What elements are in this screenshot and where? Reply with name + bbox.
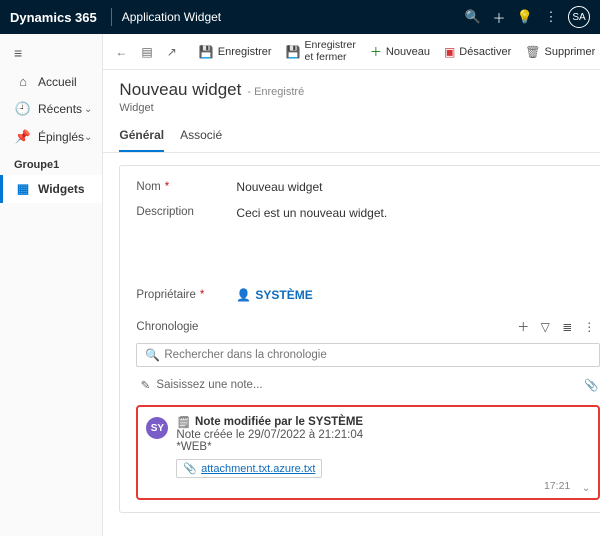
plus-icon: ＋ bbox=[370, 43, 382, 60]
required-marker: * bbox=[200, 289, 204, 301]
required-marker: * bbox=[165, 181, 169, 193]
note-title: Note modifiée par le SYSTÈME bbox=[195, 416, 363, 428]
form-area: Nom * Nouveau widget Description Ceci est… bbox=[103, 153, 600, 521]
delete-label: Supprimer bbox=[545, 46, 596, 58]
more-icon[interactable]: ⋮ bbox=[538, 9, 564, 25]
pencil-icon: ✎ bbox=[136, 378, 154, 392]
floppy-close-icon: 💾 bbox=[286, 45, 301, 59]
entity-label: Widget bbox=[119, 102, 600, 114]
owner-field-label: Propriétaire bbox=[136, 289, 195, 301]
save-label: Enregistrer bbox=[218, 46, 272, 58]
timeline-sort-icon[interactable]: ≣ bbox=[556, 320, 578, 334]
tab-related[interactable]: Associé bbox=[180, 122, 222, 152]
owner-lookup[interactable]: 👤 SYSTÈME bbox=[236, 288, 600, 302]
new-label: Nouveau bbox=[386, 46, 430, 58]
tab-general[interactable]: Général bbox=[119, 122, 164, 152]
timeline-title: Chronologie bbox=[136, 321, 512, 333]
saveclose-label-2: et fermer bbox=[305, 52, 356, 64]
note-line-1: Note créée le 29/07/2022 à 21:21:04 bbox=[176, 429, 588, 441]
add-icon[interactable]: ＋ bbox=[486, 8, 512, 27]
sidebar-label-pinned: Épinglés bbox=[32, 130, 84, 144]
open-icon-button[interactable]: ↗ bbox=[161, 41, 183, 63]
save-button[interactable]: 💾 Enregistrer bbox=[193, 41, 278, 63]
note-icon: 🗒 bbox=[176, 415, 191, 429]
timeline-add-icon[interactable]: ＋ bbox=[512, 318, 534, 335]
pin-icon: 📌 bbox=[14, 129, 32, 145]
note-expand-icon[interactable]: ⌄ bbox=[582, 483, 590, 494]
command-bar: ← ▤ ↗ 💾 Enregistrer 💾 Enregistrer et fer… bbox=[103, 34, 600, 70]
note-placeholder: Saisissez une note... bbox=[154, 375, 582, 395]
topbar-divider bbox=[111, 8, 112, 26]
trash-icon: 🗑 bbox=[525, 45, 540, 59]
sidebar-label-widgets: Widgets bbox=[32, 182, 92, 196]
page-title: Nouveau widget bbox=[119, 80, 241, 100]
sidebar-item-home[interactable]: ⌂ Accueil bbox=[0, 68, 102, 95]
saveclose-label-1: Enregistrer bbox=[305, 40, 356, 52]
widget-icon: ▦ bbox=[14, 181, 32, 197]
note-time: 17:21 bbox=[544, 480, 570, 492]
app-name: Application Widget bbox=[122, 10, 221, 24]
main-area: ← ▤ ↗ 💾 Enregistrer 💾 Enregistrer et fer… bbox=[103, 34, 600, 536]
name-field-value[interactable]: Nouveau widget bbox=[236, 180, 600, 194]
deactivate-icon: ▣ bbox=[444, 45, 455, 59]
delete-button[interactable]: 🗑 Supprimer bbox=[519, 41, 600, 63]
sidebar-group-label: Groupe1 bbox=[0, 151, 102, 175]
timeline-filter-icon[interactable]: ▽ bbox=[534, 320, 556, 334]
sidebar-item-recent[interactable]: 🕘 Récents ⌄ bbox=[0, 95, 102, 123]
chevron-down-icon: ⌄ bbox=[84, 104, 92, 115]
record-status: - Enregistré bbox=[247, 86, 304, 98]
record-header: Nouveau widget - Enregistré Widget bbox=[103, 70, 600, 114]
timeline-note-input[interactable]: ✎ Saisissez une note... 📎 bbox=[136, 375, 600, 395]
top-navbar: Dynamics 365 Application Widget 🔍 ＋ 💡 ⋮ … bbox=[0, 0, 600, 34]
person-icon: 👤 bbox=[236, 288, 251, 302]
clock-icon: 🕘 bbox=[14, 101, 32, 117]
brand-label: Dynamics 365 bbox=[10, 10, 109, 25]
sidebar: ≡ ⌂ Accueil 🕘 Récents ⌄ 📌 Épinglés ⌄ Gro… bbox=[0, 34, 103, 536]
help-icon[interactable]: 💡 bbox=[512, 9, 538, 25]
save-close-button[interactable]: 💾 Enregistrer et fermer bbox=[280, 36, 362, 67]
save-icon-button[interactable]: ▤ bbox=[135, 41, 158, 63]
name-field-label: Nom bbox=[136, 181, 160, 193]
description-field-value[interactable]: Ceci est un nouveau widget. bbox=[236, 206, 600, 220]
sidebar-label-home: Accueil bbox=[32, 75, 92, 89]
sidebar-item-pinned[interactable]: 📌 Épinglés ⌄ bbox=[0, 123, 102, 151]
timeline-search-input[interactable] bbox=[160, 347, 591, 363]
avatar[interactable]: SA bbox=[568, 6, 590, 28]
timeline-more-icon[interactable]: ⋮ bbox=[578, 320, 600, 334]
owner-value: SYSTÈME bbox=[255, 288, 312, 302]
back-icon: ← bbox=[115, 45, 127, 59]
form-card: Nom * Nouveau widget Description Ceci est… bbox=[119, 165, 600, 513]
sidebar-item-widgets[interactable]: ▦ Widgets bbox=[0, 175, 102, 203]
note-line-2: *WEB* bbox=[176, 441, 588, 453]
sidebar-label-recent: Récents bbox=[32, 102, 84, 116]
deactivate-label: Désactiver bbox=[459, 46, 511, 58]
note-attachment[interactable]: 📎 attachment.txt.azure.txt bbox=[176, 459, 322, 478]
chevron-down-icon: ⌄ bbox=[84, 132, 92, 143]
back-button[interactable]: ← bbox=[109, 41, 133, 63]
search-icon[interactable]: 🔍 bbox=[460, 9, 486, 25]
paperclip-icon: 📎 bbox=[183, 462, 197, 475]
tab-bar: Général Associé bbox=[103, 114, 600, 153]
home-icon: ⌂ bbox=[14, 74, 32, 89]
timeline-note-card: SY 🗒 Note modifiée par le SYSTÈME Note c… bbox=[136, 405, 600, 500]
attach-icon[interactable]: 📎 bbox=[582, 378, 600, 392]
deactivate-button[interactable]: ▣ Désactiver bbox=[438, 41, 517, 63]
search-small-icon: 🔍 bbox=[145, 348, 160, 362]
timeline-search[interactable]: 🔍 bbox=[136, 343, 600, 367]
open-icon: ↗ bbox=[167, 45, 177, 59]
hamburger-icon[interactable]: ≡ bbox=[0, 38, 102, 68]
timeline-header: Chronologie ＋ ▽ ≣ ⋮ bbox=[136, 316, 600, 337]
new-button[interactable]: ＋ Nouveau bbox=[364, 39, 436, 64]
floppy-icon: 💾 bbox=[199, 45, 214, 59]
save-small-icon: ▤ bbox=[141, 45, 152, 59]
description-field-label: Description bbox=[136, 206, 194, 218]
attachment-name: attachment.txt.azure.txt bbox=[201, 463, 315, 475]
note-avatar: SY bbox=[146, 417, 168, 439]
